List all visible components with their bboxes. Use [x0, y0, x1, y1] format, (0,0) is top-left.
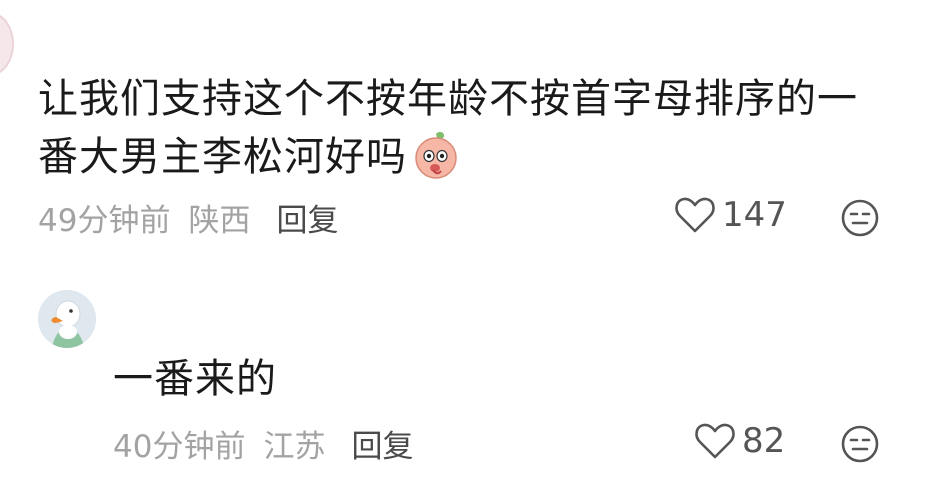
reply-button[interactable]: 回复 — [276, 195, 338, 240]
comment-meta: 49分钟前 陕西 回复 — [38, 195, 338, 240]
reply-button[interactable]: 回复 — [351, 421, 413, 466]
peach-emoji-icon — [411, 130, 461, 196]
comment-body: 让我们支持这个不按年龄不按首字母排序的一番大男主李松河好吗 — [38, 70, 898, 196]
avatar[interactable] — [0, 12, 14, 76]
avatar[interactable] — [38, 290, 96, 348]
neutral-face-icon — [841, 425, 879, 463]
like-count: 82 — [742, 421, 786, 461]
dislike-button[interactable] — [840, 424, 880, 464]
like-button[interactable]: 82 — [694, 421, 785, 461]
comment-thread: 让我们支持这个不按年龄不按首字母排序的一番大男主李松河好吗 49分钟前 陕西 回… — [0, 0, 946, 500]
comment-text: 一番来的 — [113, 356, 277, 402]
location: 陕西 — [188, 203, 251, 239]
location: 江苏 — [263, 429, 326, 465]
like-count: 147 — [722, 195, 787, 235]
heart-outline-icon — [675, 197, 715, 233]
heart-outline-icon — [695, 423, 735, 459]
neutral-face-icon — [841, 199, 879, 237]
comment-meta: 40分钟前 江苏 回复 — [113, 421, 413, 466]
duck-avatar-icon — [38, 290, 96, 348]
comment-body: 一番来的 — [113, 350, 277, 408]
dislike-button[interactable] — [840, 198, 880, 238]
timestamp: 40分钟前 — [113, 429, 246, 465]
like-button[interactable]: 147 — [674, 195, 787, 235]
timestamp: 49分钟前 — [38, 203, 171, 239]
